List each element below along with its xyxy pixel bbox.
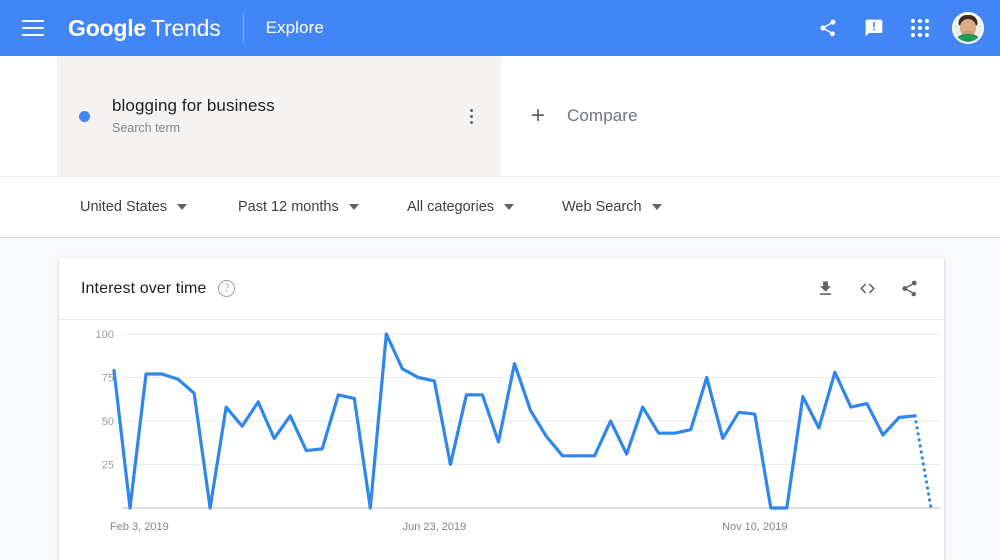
- interest-over-time-chart[interactable]: 25 50 75 100 Feb 3, 2019 Jun 23, 2019 Nov 10,…: [59, 320, 944, 559]
- x-axis-tick-label: Jun 23, 2019: [403, 521, 467, 533]
- appbar-actions: [808, 8, 1000, 48]
- page-body: Interest over time ? 25 50 75 100 Feb 3,…: [0, 238, 1000, 560]
- help-icon[interactable]: ?: [218, 280, 236, 297]
- nav-explore[interactable]: Explore: [266, 18, 324, 38]
- filter-search-type-label: Web Search: [562, 199, 642, 215]
- chart-x-axis-labels: Feb 3, 2019 Jun 23, 2019 Nov 10, 2019: [110, 521, 788, 533]
- y-axis-tick-label: 75: [102, 373, 114, 385]
- apps-grid-icon[interactable]: [900, 8, 940, 48]
- chevron-down-icon: [348, 204, 359, 210]
- app-bar: Google Trends Explore: [0, 0, 1000, 56]
- search-term-card[interactable]: blogging for business Search term: [57, 56, 501, 176]
- chevron-down-icon: [651, 204, 662, 210]
- filter-category-label: All categories: [407, 199, 495, 215]
- compare-button[interactable]: + Compare: [501, 56, 945, 176]
- search-term-subtitle: Search term: [112, 121, 181, 135]
- filter-time-range-label: Past 12 months: [238, 199, 339, 215]
- filter-bar: United States Past 12 months All categor…: [0, 176, 1000, 238]
- filter-time-range[interactable]: Past 12 months: [238, 199, 359, 215]
- y-axis-tick-label: 100: [96, 329, 114, 341]
- brand-google: Google: [68, 14, 147, 41]
- filter-location[interactable]: United States: [80, 199, 188, 215]
- search-term-title: blogging for business: [112, 96, 275, 115]
- chart-actions: [812, 276, 922, 302]
- share-icon[interactable]: [808, 8, 848, 48]
- chart-card-header: Interest over time ?: [59, 258, 944, 320]
- filter-category[interactable]: All categories: [407, 199, 515, 215]
- chevron-down-icon: [177, 204, 188, 210]
- more-options-icon[interactable]: [459, 104, 483, 128]
- share-icon[interactable]: [896, 276, 922, 302]
- search-term-row: blogging for business Search term + Comp…: [0, 56, 1000, 176]
- y-axis-tick-label: 50: [102, 416, 114, 428]
- series-color-dot: [79, 110, 90, 122]
- filter-location-label: United States: [80, 199, 168, 215]
- google-trends-logo[interactable]: Google Trends: [68, 15, 221, 42]
- page-title: Interest over time: [81, 279, 207, 297]
- plus-icon: +: [531, 102, 546, 129]
- trend-line-partial: [913, 414, 933, 510]
- search-term-text: blogging for business Search term: [112, 95, 459, 137]
- embed-code-icon[interactable]: [854, 276, 880, 302]
- chart-y-axis-labels: 25 50 75 100: [96, 329, 114, 472]
- user-avatar[interactable]: [952, 12, 984, 44]
- y-axis-tick-label: 25: [102, 460, 114, 472]
- chart-plot-area[interactable]: 25 50 75 100 Feb 3, 2019 Jun 23, 2019 Nov 10,…: [59, 320, 944, 559]
- interest-over-time-card: Interest over time ? 25 50 75 100 Feb 3,…: [59, 258, 944, 560]
- hamburger-menu-icon[interactable]: [22, 20, 44, 36]
- filter-search-type[interactable]: Web Search: [562, 199, 662, 215]
- download-icon[interactable]: [812, 276, 838, 302]
- compare-label: Compare: [567, 106, 638, 125]
- brand-divider: [242, 13, 244, 43]
- feedback-icon[interactable]: [854, 8, 894, 48]
- chevron-down-icon: [504, 204, 515, 210]
- x-axis-tick-label: Feb 3, 2019: [110, 521, 169, 533]
- x-axis-tick-label: Nov 10, 2019: [722, 521, 787, 533]
- brand-trends: Trends: [151, 14, 221, 41]
